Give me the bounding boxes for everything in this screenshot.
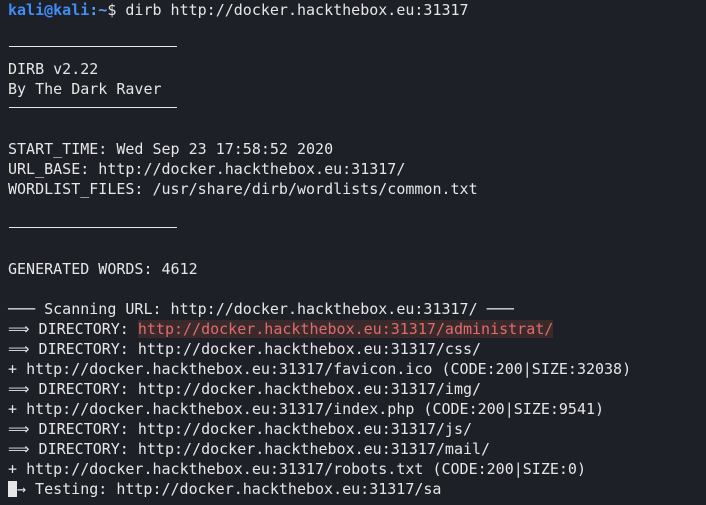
result-url: http://docker.hackthebox.eu:31317/index.… (26, 400, 605, 418)
command-text: dirb http://docker.hackthebox.eu:31317 (125, 1, 469, 19)
scanning-header: ─── Scanning URL: http://docker.hacktheb… (8, 300, 514, 318)
result-line: ⟹ DIRECTORY: http://docker.hackthebox.eu… (8, 319, 554, 339)
command-prompt-line: kali@kali:~$ dirb http://docker.hacktheb… (8, 0, 469, 20)
result-prefix: + (8, 400, 27, 418)
banner-rule-bottom (9, 107, 177, 108)
result-line: ⟹ DIRECTORY: http://docker.hackthebox.eu… (8, 339, 481, 359)
url-base: URL_BASE: http://docker.hackthebox.eu:31… (8, 160, 406, 178)
banner-rule-top (9, 46, 177, 47)
result-url: http://docker.hackthebox.eu:31317/mail/ (137, 440, 491, 458)
result-prefix: ⟹ DIRECTORY: (8, 320, 138, 338)
result-prefix: ⟹ DIRECTORY: (8, 380, 138, 398)
result-prefix: ⟹ DIRECTORY: (8, 440, 138, 458)
terminal-window[interactable]: kali@kali:~$ dirb http://docker.hacktheb… (0, 0, 706, 505)
result-prefix: + (8, 360, 27, 378)
banner-title: DIRB v2.22 (8, 60, 99, 78)
result-url: http://docker.hackthebox.eu:31317/robots… (26, 460, 586, 478)
start-time: START_TIME: Wed Sep 23 17:58:52 2020 (8, 140, 334, 158)
wordlist-files: WORDLIST_FILES: /usr/share/dirb/wordlist… (8, 180, 478, 198)
result-line: ⟹ DIRECTORY: http://docker.hackthebox.eu… (8, 419, 472, 439)
terminal-cursor (8, 481, 17, 497)
result-line: + http://docker.hackthebox.eu:31317/robo… (8, 459, 586, 479)
prompt-user-host: kali@kali (8, 1, 90, 19)
generated-words: GENERATED WORDS: 4612 (8, 260, 198, 278)
result-prefix: ⟹ DIRECTORY: (8, 420, 138, 438)
testing-status: → Testing: http://docker.hackthebox.eu:3… (17, 480, 442, 498)
prompt-path: :~ (89, 1, 108, 19)
result-prefix: + (8, 460, 27, 478)
result-prefix: ⟹ DIRECTORY: (8, 340, 138, 358)
info-rule (9, 227, 177, 228)
result-line: ⟹ DIRECTORY: http://docker.hackthebox.eu… (8, 439, 490, 459)
result-url: http://docker.hackthebox.eu:31317/css/ (137, 340, 482, 358)
result-url-highlighted[interactable]: http://docker.hackthebox.eu:31317/admini… (137, 320, 554, 338)
result-url: http://docker.hackthebox.eu:31317/js/ (137, 420, 473, 438)
result-line: + http://docker.hackthebox.eu:31317/favi… (8, 359, 631, 379)
result-line: + http://docker.hackthebox.eu:31317/inde… (8, 399, 604, 419)
testing-line: → Testing: http://docker.hackthebox.eu:3… (8, 479, 441, 499)
result-url: http://docker.hackthebox.eu:31317/favico… (26, 360, 632, 378)
result-url: http://docker.hackthebox.eu:31317/img/ (137, 380, 482, 398)
prompt-symbol: $ (107, 1, 126, 19)
banner-author: By The Dark Raver (8, 80, 162, 98)
result-line: ⟹ DIRECTORY: http://docker.hackthebox.eu… (8, 379, 481, 399)
